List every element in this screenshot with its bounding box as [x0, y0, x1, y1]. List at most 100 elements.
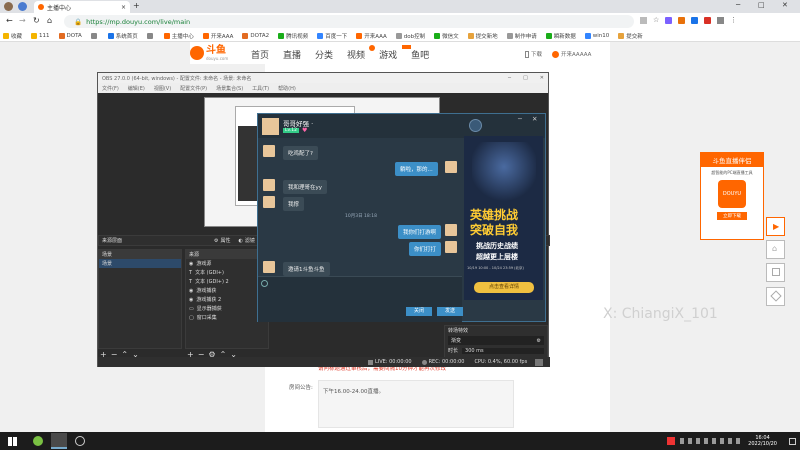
- back-icon[interactable]: ←: [6, 16, 13, 25]
- windows-start-icon[interactable]: [8, 436, 17, 446]
- taskbar-app-green[interactable]: [33, 436, 43, 446]
- browser-tab[interactable]: 主播中心 ×: [34, 1, 130, 13]
- tab-search-icon[interactable]: [18, 2, 27, 11]
- bookmark-item[interactable]: 收藏: [3, 32, 22, 40]
- nav-link[interactable]: 视频: [347, 48, 365, 61]
- nav-link[interactable]: 首页: [251, 48, 269, 61]
- nav-link[interactable]: 分类: [315, 48, 333, 61]
- bookmark-item[interactable]: 百度一下: [317, 32, 347, 40]
- filters-button[interactable]: 滤镜: [245, 237, 255, 244]
- bookmark-item[interactable]: 提交新地: [467, 32, 498, 40]
- bookmark-item[interactable]: 微信文: [434, 32, 459, 40]
- bookmark-item[interactable]: 主播中心: [163, 32, 194, 40]
- app-side-icon[interactable]: [766, 263, 785, 282]
- obs-menu-item[interactable]: 文件(F): [102, 85, 119, 92]
- nav-link[interactable]: 游戏: [379, 48, 397, 61]
- bookmark-item[interactable]: win10: [584, 32, 609, 39]
- source-item[interactable]: ▭ 显示器捕获: [186, 304, 268, 313]
- close-chat-button[interactable]: 关闭: [406, 307, 432, 316]
- source-item[interactable]: ▢ 窗口采集: [186, 313, 268, 322]
- home-side-icon[interactable]: ⌂: [766, 240, 785, 259]
- forward-icon[interactable]: →: [19, 16, 26, 25]
- obs-menu-item[interactable]: 配置文件(P): [180, 85, 207, 92]
- bookmark-item[interactable]: 腾讯视频: [278, 32, 308, 40]
- obs-menu-item[interactable]: 场景集合(S): [216, 85, 243, 92]
- obs-maximize-icon[interactable]: □: [523, 75, 528, 81]
- extension-icon-3[interactable]: [691, 16, 699, 24]
- obs-menu-item[interactable]: 工具(T): [252, 85, 269, 92]
- ad-cta-button[interactable]: 点击查看详情: [474, 282, 534, 293]
- bookmark-item[interactable]: 开来AAA: [202, 32, 233, 40]
- obs-companion-ad[interactable]: 斗鱼直播伴侣 超智能的PC端直播工具 DOUYU 立即下载: [700, 152, 764, 240]
- chat-minimize-icon[interactable]: ─: [518, 115, 522, 123]
- username[interactable]: 开来AAAAA: [561, 50, 591, 58]
- douyu-logo[interactable]: 斗鱼 douyu.com: [190, 44, 242, 62]
- bookmark-item[interactable]: 111: [31, 32, 50, 39]
- source-item[interactable]: T 文本 (GDI+): [186, 268, 268, 277]
- profile-avatar[interactable]: [4, 2, 13, 11]
- maximize-icon[interactable]: □: [758, 1, 765, 9]
- user-avatar[interactable]: [552, 50, 560, 58]
- new-tab-button[interactable]: +: [133, 1, 140, 10]
- reload-icon[interactable]: ↻: [33, 16, 40, 25]
- clock[interactable]: 16:04 2022/10/20: [748, 435, 777, 447]
- bookmark-item[interactable]: DOTA2: [242, 32, 269, 39]
- address-bar[interactable]: 🔒 https://mp.douyu.com/live/main: [64, 15, 634, 28]
- taskbar-obs-icon[interactable]: [75, 436, 85, 446]
- source-item[interactable]: ◉ 游戏捕获: [186, 286, 268, 295]
- source-item[interactable]: ◉ 游戏捕获 2: [186, 295, 268, 304]
- filters-icon[interactable]: ◐: [239, 238, 243, 244]
- bookmark-item[interactable]: 系统首页: [107, 32, 138, 40]
- emoji-icon[interactable]: [261, 280, 268, 287]
- bookmark-favicon-icon: [242, 32, 249, 39]
- scene-item[interactable]: 场景: [99, 259, 181, 268]
- transition-select[interactable]: 渐变 ⚙: [448, 336, 544, 345]
- star-icon[interactable]: ☆: [653, 16, 659, 24]
- notification-icon[interactable]: [789, 437, 796, 445]
- chat-close-icon[interactable]: ✕: [532, 115, 537, 123]
- tab-close-icon[interactable]: ×: [121, 4, 126, 11]
- minimize-icon[interactable]: ─: [736, 1, 740, 9]
- extension-icon-4[interactable]: [704, 16, 712, 24]
- extension-icon-2[interactable]: [678, 16, 686, 24]
- properties-button[interactable]: 属性: [221, 237, 231, 244]
- taskbar-app-active[interactable]: [51, 433, 67, 449]
- source-label: 游戏捕获 2: [196, 297, 222, 303]
- play-icon[interactable]: ▶: [766, 217, 785, 236]
- bookmark-item[interactable]: DOTA: [58, 32, 82, 39]
- bookmark-item[interactable]: 瞬新数据: [545, 32, 576, 40]
- obs-close-icon[interactable]: ✕: [540, 75, 544, 81]
- extension-icon-1[interactable]: [665, 16, 673, 24]
- obs-menu-item[interactable]: 视图(V): [154, 85, 171, 92]
- home-icon[interactable]: ⌂: [47, 16, 52, 25]
- transition-settings-icon[interactable]: ⚙: [537, 338, 541, 344]
- duration-field[interactable]: 300 ms: [462, 347, 544, 354]
- download-link[interactable]: 下载: [531, 50, 542, 58]
- tray-icons[interactable]: [680, 438, 741, 444]
- bookmark-item[interactable]: [146, 32, 155, 39]
- properties-gear-icon[interactable]: ⚙: [214, 238, 218, 244]
- send-button[interactable]: 发送: [437, 307, 463, 316]
- nav-link[interactable]: 直播: [283, 48, 301, 61]
- bookmark-item[interactable]: 提交新: [618, 32, 643, 40]
- source-item[interactable]: T 文本 (GDI+) 2: [186, 277, 268, 286]
- source-item[interactable]: ◉ 游戏源: [186, 259, 268, 268]
- obs-menu-item[interactable]: 编辑(E): [128, 85, 145, 92]
- cube-side-icon[interactable]: [766, 287, 785, 306]
- obs-minimize-icon[interactable]: ─: [508, 75, 511, 81]
- game-ad-banner[interactable]: 英雄挑战 突破自我 挑战历史战绩 超越更上层楼 10/19 10:00 - 10…: [464, 136, 543, 300]
- tray-sogou-icon[interactable]: [667, 437, 676, 445]
- nav-link[interactable]: 鱼吧: [411, 48, 429, 61]
- obs-menu-item[interactable]: 帮助(H): [278, 85, 296, 92]
- extensions-puzzle-icon[interactable]: [717, 16, 725, 24]
- bookmark-item[interactable]: 制作申请: [506, 32, 537, 40]
- notice-box[interactable]: 下午16.00-24.00直播。: [318, 380, 514, 428]
- bookmark-item[interactable]: 开来AAA: [356, 32, 387, 40]
- close-window-icon[interactable]: ✕: [782, 1, 788, 9]
- bookmark-item[interactable]: dob控制: [395, 32, 425, 40]
- menu-icon[interactable]: ⋮: [730, 16, 737, 24]
- share-icon[interactable]: [640, 16, 647, 24]
- chat-avatar[interactable]: [262, 118, 279, 135]
- companion-download-button[interactable]: 立即下载: [717, 212, 747, 220]
- bookmark-item[interactable]: [90, 32, 99, 39]
